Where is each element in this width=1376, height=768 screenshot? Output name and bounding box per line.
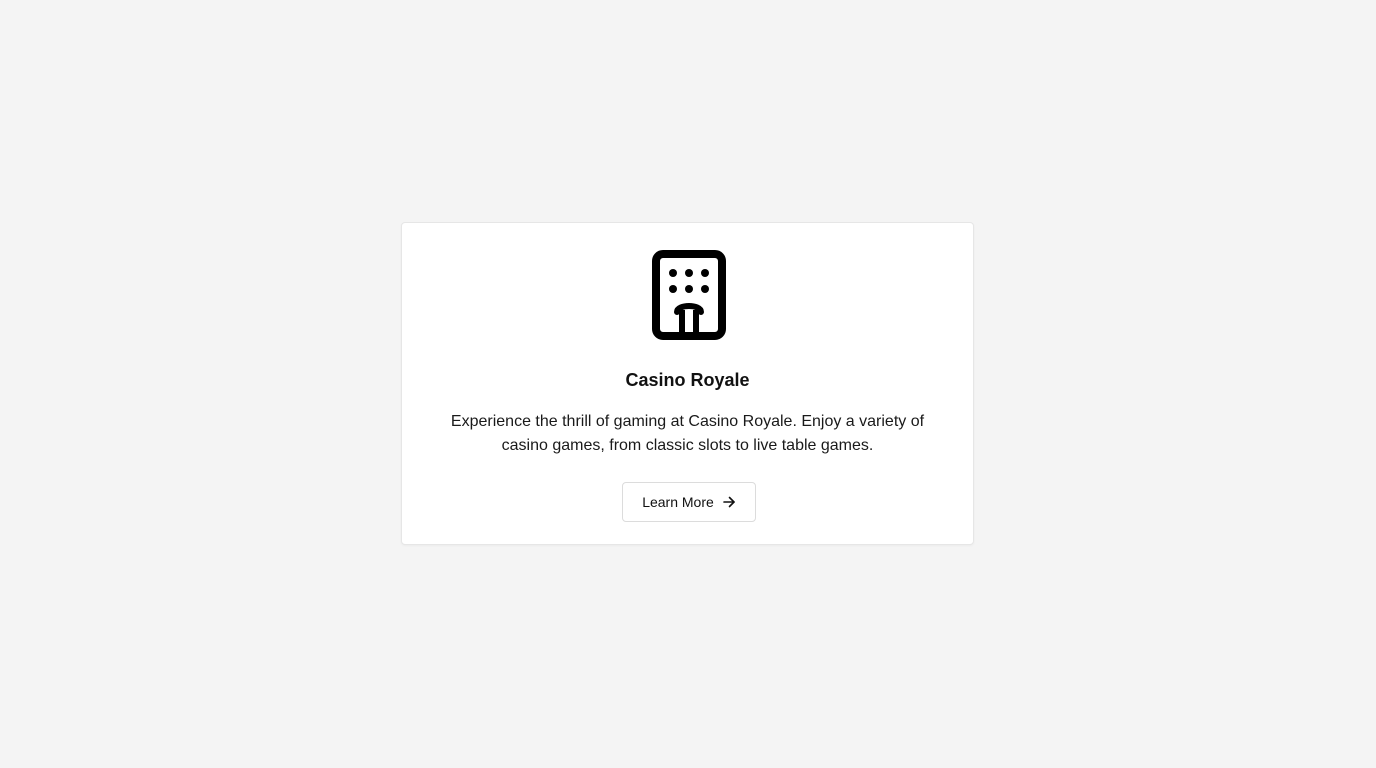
arrow-right-icon	[722, 495, 736, 509]
learn-more-button[interactable]: Learn More	[622, 482, 756, 522]
card-title: Casino Royale	[625, 370, 750, 390]
card-description: Experience the thrill of gaming at Casin…	[450, 413, 925, 454]
page: Casino Royale Experience the thrill of g…	[0, 0, 1376, 768]
casino-card: Casino Royale Experience the thrill of g…	[401, 222, 974, 545]
learn-more-label: Learn More	[642, 494, 714, 510]
building-icon	[652, 250, 726, 340]
